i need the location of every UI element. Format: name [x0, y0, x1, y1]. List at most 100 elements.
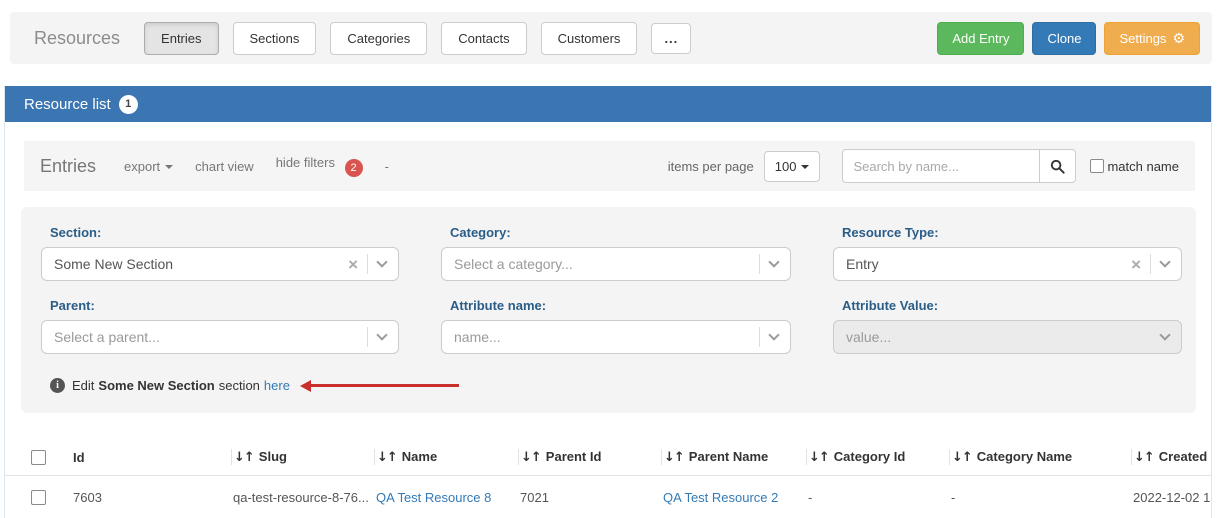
tab-contacts[interactable]: Contacts — [441, 22, 526, 55]
row-select-cell — [5, 490, 71, 505]
sort-icon: ↓↑ — [809, 450, 829, 465]
chevron-down-icon[interactable] — [768, 256, 779, 267]
info-icon: i — [50, 378, 65, 393]
attribute-name-label: Attribute name: — [450, 298, 791, 313]
attribute-value-label: Attribute Value: — [842, 298, 1182, 313]
search-input[interactable] — [842, 149, 1040, 183]
caret-down-icon — [801, 165, 809, 169]
filter-field-section: Section: Some New Section × — [41, 225, 399, 281]
sort-icon: ↓↑ — [1134, 450, 1154, 465]
sort-icon: ↓↑ — [664, 450, 684, 465]
clone-button[interactable]: Clone — [1032, 22, 1096, 55]
toolbar-dash: - — [385, 159, 389, 174]
row-parent-name: QA Test Resource 2 — [661, 490, 806, 505]
attribute-value-placeholder: value... — [846, 329, 1161, 345]
row-parent-name-link[interactable]: QA Test Resource 2 — [663, 490, 778, 505]
page-title: Resources — [34, 28, 120, 49]
chevron-down-icon[interactable] — [768, 329, 779, 340]
column-header-id[interactable]: Id — [71, 450, 231, 465]
clear-icon[interactable]: × — [348, 256, 358, 273]
edit-section-link[interactable]: here — [264, 378, 290, 393]
sort-icon: ↓↑ — [952, 450, 972, 465]
tab-entries[interactable]: Entries — [144, 22, 218, 55]
chevron-down-icon[interactable] — [376, 256, 387, 267]
attribute-value-select: value... — [833, 320, 1182, 354]
section-label: Section: — [50, 225, 399, 240]
entries-title: Entries — [40, 156, 96, 177]
table-row: 7603 qa-test-resource-8-76... QA Test Re… — [5, 476, 1211, 518]
settings-button[interactable]: Settings ⚙ — [1104, 22, 1200, 55]
match-name-checkbox[interactable] — [1090, 159, 1104, 173]
note-section-name: Some New Section — [98, 378, 214, 393]
items-per-page-value: 100 — [775, 159, 797, 174]
tab-categories[interactable]: Categories — [330, 22, 427, 55]
entries-table: Id ↓↑Slug ↓↑Name ↓↑Parent Id ↓↑Parent Na… — [5, 439, 1211, 518]
search-group — [842, 149, 1076, 183]
column-header-created[interactable]: ↓↑Created — [1131, 449, 1211, 465]
column-header-slug[interactable]: ↓↑Slug — [231, 449, 374, 465]
row-category-id: - — [806, 490, 949, 505]
note-prefix: Edit — [72, 378, 94, 393]
section-select-value: Some New Section — [54, 256, 348, 272]
tab-customers[interactable]: Customers — [541, 22, 638, 55]
category-select[interactable]: Select a category... — [441, 247, 791, 281]
select-divider — [367, 327, 368, 347]
note-suffix: section — [219, 378, 260, 393]
export-dropdown[interactable]: export — [124, 159, 173, 174]
arrow-head-icon — [300, 380, 311, 392]
select-all-cell — [5, 450, 71, 465]
column-header-parent-name[interactable]: ↓↑Parent Name — [661, 449, 806, 465]
attribute-name-placeholder: name... — [454, 329, 759, 345]
sort-icon: ↓↑ — [234, 450, 254, 465]
settings-button-label: Settings — [1119, 31, 1166, 46]
chart-view-link[interactable]: chart view — [195, 159, 254, 174]
row-category-name: - — [949, 490, 1131, 505]
row-created: 2022-12-02 16 — [1131, 490, 1211, 505]
resource-type-select-value: Entry — [846, 256, 1131, 272]
resource-list-card: Resource list 1 Entries export chart vie… — [4, 86, 1212, 518]
add-entry-button[interactable]: Add Entry — [937, 22, 1024, 55]
filter-field-attribute-value: Attribute Value: value... — [833, 298, 1182, 354]
match-name-option: match name — [1090, 159, 1179, 174]
filter-field-resource-type: Resource Type: Entry × — [833, 225, 1182, 281]
row-id: 7603 — [71, 490, 231, 505]
parent-select-placeholder: Select a parent... — [54, 329, 367, 345]
parent-label: Parent: — [50, 298, 399, 313]
filters-count-badge: 2 — [345, 159, 363, 177]
select-all-checkbox[interactable] — [31, 450, 46, 465]
category-label: Category: — [450, 225, 791, 240]
caret-down-icon — [165, 165, 173, 169]
row-parent-id: 7021 — [518, 490, 661, 505]
count-badge: 1 — [119, 95, 138, 114]
hide-filters-label: hide filters — [276, 155, 335, 170]
clear-icon[interactable]: × — [1131, 256, 1141, 273]
column-header-parent-id[interactable]: ↓↑Parent Id — [518, 449, 661, 465]
attribute-name-select[interactable]: name... — [441, 320, 791, 354]
section-select[interactable]: Some New Section × — [41, 247, 399, 281]
parent-select[interactable]: Select a parent... — [41, 320, 399, 354]
edit-section-note: i Edit Some New Section section here — [50, 378, 1182, 393]
row-checkbox[interactable] — [31, 490, 46, 505]
gear-icon: ⚙ — [1172, 31, 1185, 45]
more-tabs-button[interactable]: ... — [651, 23, 691, 54]
select-divider — [367, 254, 368, 274]
filter-field-category: Category: Select a category... — [441, 225, 791, 281]
search-button[interactable] — [1040, 149, 1076, 183]
select-divider — [759, 327, 760, 347]
column-header-category-id[interactable]: ↓↑Category Id — [806, 449, 949, 465]
resource-list-header: Resource list 1 — [5, 86, 1211, 122]
category-select-placeholder: Select a category... — [454, 256, 759, 272]
row-name: QA Test Resource 8 — [374, 490, 518, 505]
tab-sections[interactable]: Sections — [233, 22, 317, 55]
filter-field-attribute-name: Attribute name: name... — [441, 298, 791, 354]
resource-type-select[interactable]: Entry × — [833, 247, 1182, 281]
row-name-link[interactable]: QA Test Resource 8 — [376, 490, 491, 505]
resource-type-label: Resource Type: — [842, 225, 1182, 240]
items-per-page-select[interactable]: 100 — [764, 151, 821, 182]
chevron-down-icon[interactable] — [1159, 256, 1170, 267]
chevron-down-icon[interactable] — [376, 329, 387, 340]
sort-icon: ↓↑ — [377, 450, 397, 465]
column-header-name[interactable]: ↓↑Name — [374, 449, 518, 465]
hide-filters-link[interactable]: hide filters 2 — [276, 155, 363, 177]
column-header-category-name[interactable]: ↓↑Category Name — [949, 449, 1131, 465]
